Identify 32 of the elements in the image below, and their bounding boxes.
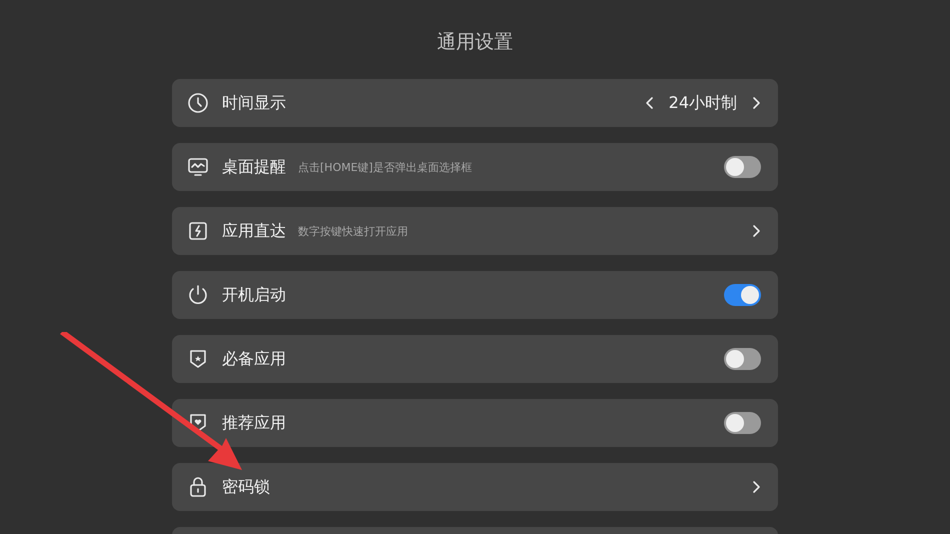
setting-label: 开机启动 — [222, 284, 286, 306]
setting-description: 数字按键快速打开应用 — [298, 224, 408, 238]
toggle-switch[interactable] — [724, 156, 761, 178]
setting-description: 点击[HOME键]是否弹出桌面选择框 — [298, 160, 472, 174]
toggle-switch[interactable] — [724, 284, 761, 306]
settings-row[interactable]: 时间显示 24小时制 — [172, 79, 778, 127]
setting-label: 必备应用 — [222, 348, 286, 370]
setting-label: 桌面提醒 — [222, 156, 286, 178]
settings-row[interactable]: 开机启动 — [172, 271, 778, 319]
chevron-right-icon[interactable] — [751, 224, 761, 238]
lightning-icon — [187, 220, 209, 242]
power-icon — [187, 284, 209, 306]
setting-label: 推荐应用 — [222, 412, 286, 434]
settings-row[interactable]: 密码锁 — [172, 463, 778, 511]
setting-label: 应用直达 — [222, 220, 286, 242]
lock-icon — [187, 476, 209, 498]
toggle-switch[interactable] — [724, 348, 761, 370]
chevron-right-icon[interactable] — [751, 480, 761, 494]
clock-icon — [187, 92, 209, 114]
page-title: 通用设置 — [437, 30, 513, 55]
setting-value: 24小时制 — [668, 92, 737, 114]
setting-label: 时间显示 — [222, 92, 286, 114]
settings-row[interactable]: 必备应用 — [172, 335, 778, 383]
settings-row[interactable]: 应用直达 数字按键快速打开应用 — [172, 207, 778, 255]
chevron-right-icon[interactable] — [751, 96, 761, 110]
shield-star-icon — [187, 348, 209, 370]
monitor-icon — [187, 156, 209, 178]
settings-row[interactable]: 推荐应用 — [172, 399, 778, 447]
settings-row[interactable]: 桌面提醒 点击[HOME键]是否弹出桌面选择框 — [172, 143, 778, 191]
chevron-left-icon[interactable] — [644, 96, 655, 110]
toggle-switch[interactable] — [724, 412, 761, 434]
setting-label: 密码锁 — [222, 476, 270, 498]
